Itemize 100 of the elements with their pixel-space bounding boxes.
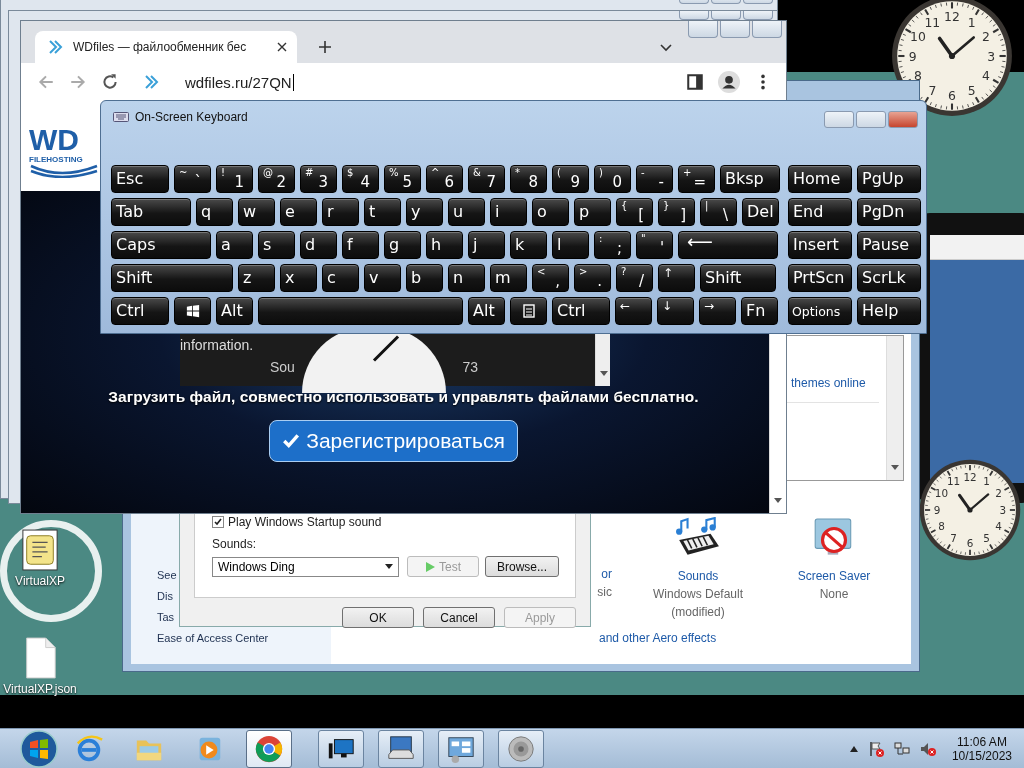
desktop-icon-label[interactable]: VirtualXP.json bbox=[3, 682, 77, 696]
setting-link[interactable]: Screen Saver bbox=[797, 569, 871, 583]
keyboard-key[interactable]: Caps bbox=[111, 231, 211, 259]
keyboard-key[interactable]: b bbox=[406, 264, 443, 292]
keyboard-key[interactable]: Shift bbox=[111, 264, 233, 292]
keyboard-key[interactable]: r bbox=[322, 198, 359, 226]
keyboard-key[interactable]: q bbox=[196, 198, 233, 226]
minimize-button[interactable] bbox=[688, 21, 718, 38]
side-panel-icon[interactable] bbox=[686, 73, 704, 91]
clock-date[interactable]: 10/15/2023 bbox=[951, 748, 1012, 763]
keyboard-key[interactable] bbox=[174, 297, 211, 325]
maximize-button[interactable] bbox=[856, 111, 886, 128]
keyboard-key[interactable]: ( 9 bbox=[552, 165, 589, 193]
keyboard-key[interactable]: " ' bbox=[636, 231, 673, 259]
keyboard-key[interactable]: Del bbox=[742, 198, 779, 226]
space-bar[interactable] bbox=[258, 297, 463, 325]
keyboard-key[interactable]: Alt bbox=[468, 297, 505, 325]
minimize-button[interactable] bbox=[824, 111, 854, 128]
sidebar-link[interactable]: Ease of Access Center bbox=[157, 632, 331, 644]
keyboard-key[interactable]: += bbox=[678, 165, 715, 193]
keyboard-key[interactable]: t bbox=[364, 198, 401, 226]
keyboard-key[interactable]: ~ ` bbox=[174, 165, 211, 193]
browser-tab[interactable]: WDfiles — файлообменник бес bbox=[35, 31, 297, 63]
keyboard-key[interactable]: o bbox=[532, 198, 569, 226]
keyboard-key[interactable]: a bbox=[216, 231, 253, 259]
close-button[interactable] bbox=[752, 21, 782, 38]
keyboard-key[interactable]: PgDn bbox=[857, 198, 921, 226]
close-button[interactable] bbox=[743, 11, 773, 20]
keyboard-key[interactable]: j bbox=[468, 231, 505, 259]
script-scroll-icon[interactable] bbox=[21, 528, 59, 572]
keyboard-key[interactable]: p bbox=[574, 198, 611, 226]
keyboard-key[interactable]: k bbox=[510, 231, 547, 259]
show-hidden-icons-arrow-icon[interactable] bbox=[849, 745, 858, 752]
keyboard-key[interactable]: w bbox=[238, 198, 275, 226]
keyboard-key[interactable]: n bbox=[448, 264, 485, 292]
keyboard-key[interactable]: z bbox=[238, 264, 275, 292]
keyboard-key[interactable]: x bbox=[280, 264, 317, 292]
keyboard-key[interactable]: End bbox=[788, 198, 852, 226]
maximize-button[interactable] bbox=[720, 21, 750, 38]
keyboard-key[interactable]: c bbox=[322, 264, 359, 292]
keyboard-key[interactable]: h bbox=[426, 231, 463, 259]
dialog-button[interactable]: Cancel bbox=[423, 607, 495, 628]
keyboard-key[interactable]: ↑ bbox=[658, 264, 695, 292]
keyboard-key[interactable]: < , bbox=[532, 264, 569, 292]
keyboard-key[interactable]: Ctrl bbox=[552, 297, 610, 325]
keyboard-key[interactable]: Shift bbox=[700, 264, 776, 292]
keyboard-key[interactable]: i bbox=[490, 198, 527, 226]
themes-link[interactable]: themes online bbox=[791, 376, 866, 390]
register-button[interactable]: Зарегистрироваться bbox=[269, 420, 518, 462]
desktop-icon-label[interactable]: VirtualXP bbox=[15, 574, 65, 588]
close-button[interactable] bbox=[888, 111, 918, 128]
keyboard-key[interactable]: f bbox=[342, 231, 379, 259]
keyboard-key[interactable]: Alt bbox=[216, 297, 253, 325]
keyboard-key[interactable]: d bbox=[300, 231, 337, 259]
keyboard-key[interactable]: > . bbox=[574, 264, 611, 292]
keyboard-key[interactable]: & 7 bbox=[468, 165, 505, 193]
flag-error-icon[interactable] bbox=[867, 740, 884, 757]
browse-button[interactable]: Browse... bbox=[485, 556, 559, 577]
keyboard-key[interactable]: Help bbox=[857, 297, 921, 325]
keyboard-key[interactable]: PgUp bbox=[857, 165, 921, 193]
taskbar-button[interactable] bbox=[318, 729, 364, 768]
scrollbar[interactable] bbox=[886, 336, 903, 480]
keyboard-key[interactable]: Pause bbox=[857, 231, 921, 259]
setting-link[interactable]: Sounds bbox=[677, 569, 719, 583]
maximize-button[interactable] bbox=[711, 11, 741, 20]
network-icon[interactable] bbox=[893, 740, 910, 757]
dialog-button[interactable]: OK bbox=[342, 607, 414, 628]
keyboard-key[interactable]: : ; bbox=[594, 231, 631, 259]
keyboard-key[interactable]: Ctrl bbox=[111, 297, 169, 325]
checkbox[interactable] bbox=[212, 516, 224, 528]
keyboard-key[interactable]: g bbox=[384, 231, 421, 259]
plus-icon[interactable] bbox=[319, 41, 331, 53]
keyboard-key[interactable]: { [ bbox=[616, 198, 653, 226]
keyboard-key[interactable]: * 8 bbox=[510, 165, 547, 193]
keyboard-key[interactable]: v bbox=[364, 264, 401, 292]
keyboard-key[interactable]: y bbox=[406, 198, 443, 226]
profile-icon[interactable] bbox=[718, 71, 740, 93]
keyboard-key[interactable]: $ 4 bbox=[342, 165, 379, 193]
keyboard-key[interactable]: l bbox=[552, 231, 589, 259]
keyboard-key[interactable]: # 3 bbox=[300, 165, 337, 193]
keyboard-key[interactable]: s bbox=[258, 231, 295, 259]
keyboard-key[interactable]: Fn bbox=[741, 297, 778, 325]
close-icon[interactable] bbox=[277, 42, 287, 52]
keyboard-key[interactable]: Options bbox=[788, 297, 852, 325]
keyboard-key[interactable]: Insert bbox=[788, 231, 852, 259]
keyboard-key[interactable]: ⟵ bbox=[678, 231, 778, 259]
keyboard-key[interactable]: m bbox=[490, 264, 527, 292]
keyboard-key[interactable]: - - bbox=[636, 165, 673, 193]
keyboard-key[interactable]: ^ 6 bbox=[426, 165, 463, 193]
start-orb-icon[interactable] bbox=[19, 728, 59, 768]
chevron-down-icon[interactable] bbox=[660, 44, 672, 52]
keyboard-key[interactable]: Home bbox=[788, 165, 852, 193]
keyboard-key[interactable]: % 5 bbox=[384, 165, 421, 193]
keyboard-key[interactable]: Tab bbox=[111, 198, 191, 226]
keyboard-key[interactable]: Bksp bbox=[720, 165, 780, 193]
keyboard-key[interactable]: ScrLk bbox=[857, 264, 921, 292]
clock-time[interactable]: 11:06 AM bbox=[957, 734, 1007, 749]
aero-effects-link[interactable]: and other Aero effects bbox=[599, 631, 911, 645]
sound-dropdown[interactable]: Windows Ding bbox=[212, 556, 399, 577]
keyboard-key[interactable]: ! 1 bbox=[216, 165, 253, 193]
